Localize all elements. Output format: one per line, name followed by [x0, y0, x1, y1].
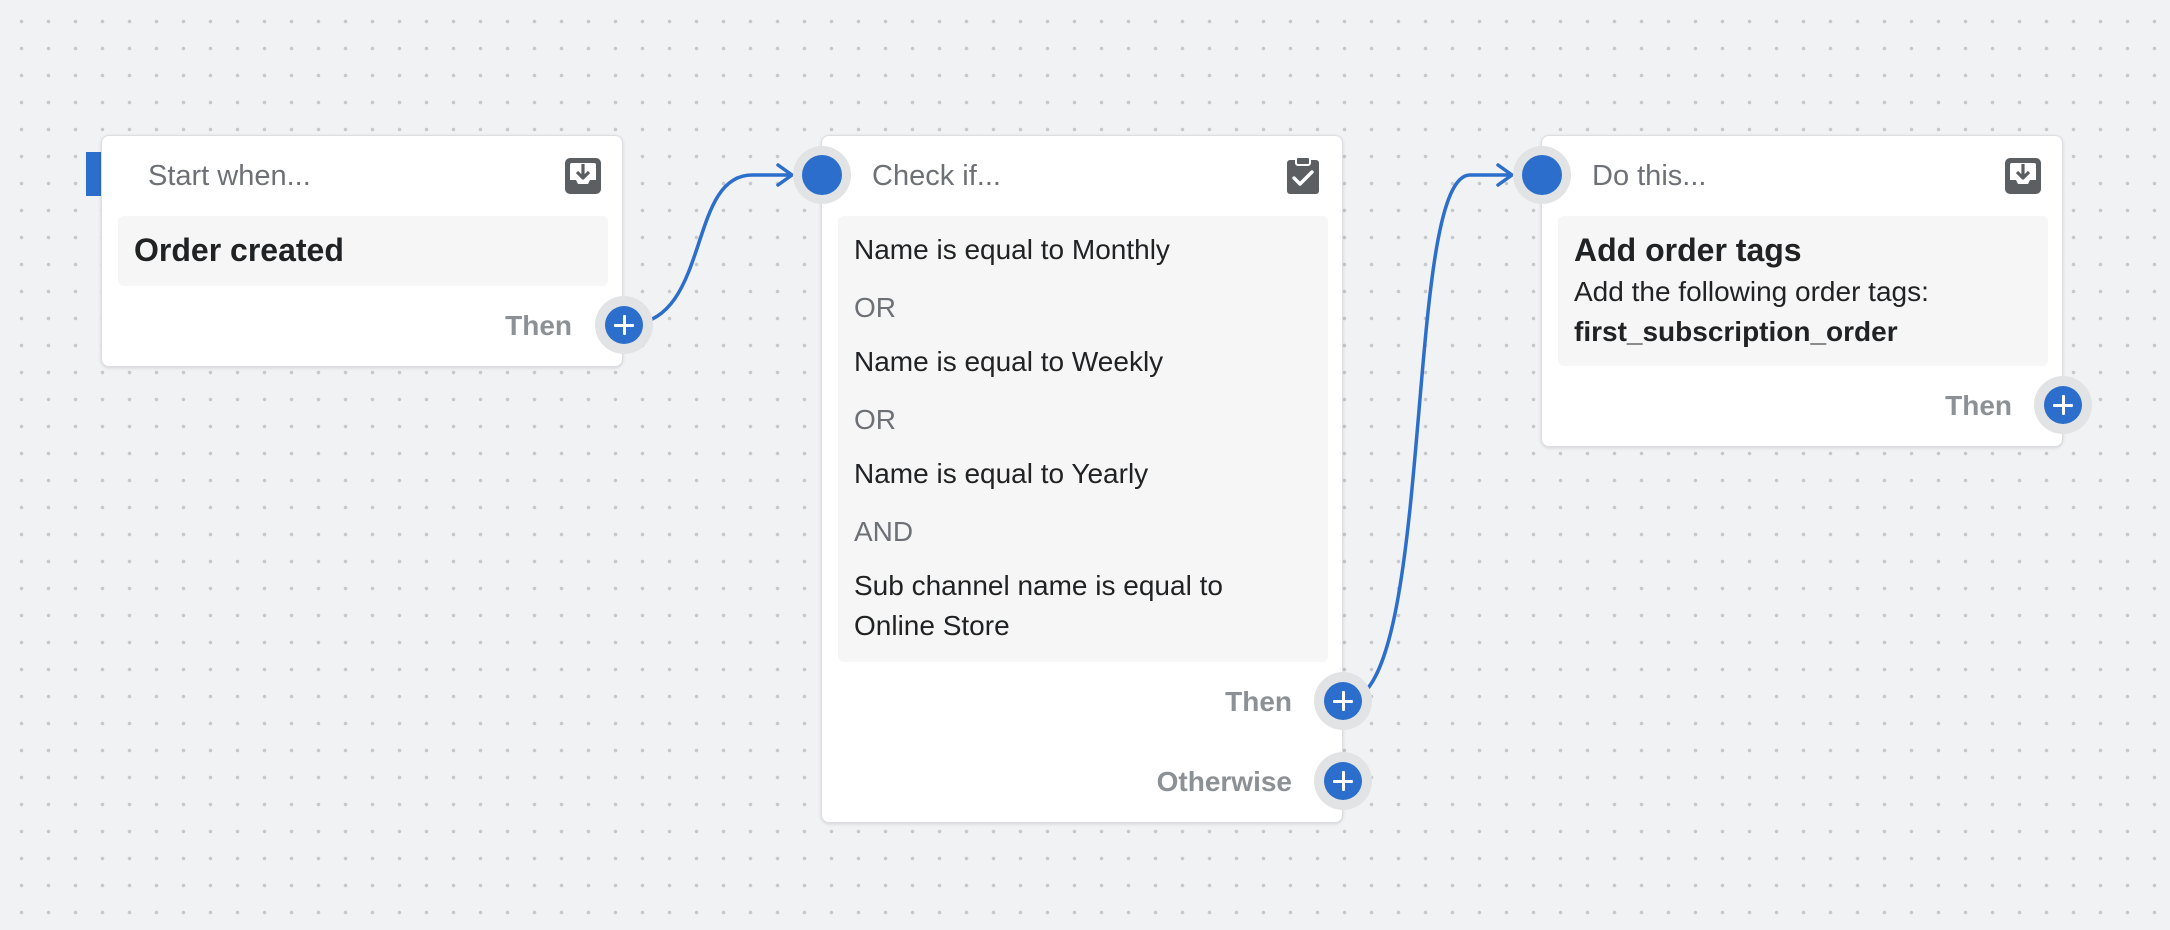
- condition-header-label: Check if...: [872, 160, 1001, 192]
- download-tray-icon[interactable]: [2003, 156, 2043, 196]
- arrowhead-condition: [776, 163, 794, 187]
- plus-icon: [1324, 762, 1362, 800]
- action-content[interactable]: Add order tags Add the following order t…: [1558, 216, 2048, 366]
- condition-input-port[interactable]: [793, 146, 851, 204]
- otherwise-label: Otherwise: [1156, 766, 1292, 797]
- action-node[interactable]: Do this... Add order tags Add the follow…: [1541, 135, 2063, 447]
- condition-item: Sub channel name is equal to: [854, 570, 1223, 601]
- connector-condition-to-action: [1345, 173, 1510, 703]
- connector-trigger-to-condition: [625, 173, 790, 327]
- operator-label: OR: [854, 292, 896, 323]
- condition-then-add-button[interactable]: [1314, 672, 1372, 730]
- plus-icon: [605, 306, 643, 344]
- condition-otherwise-add-button[interactable]: [1314, 752, 1372, 810]
- operator-label: AND: [854, 516, 914, 547]
- tag-value: first_subscription_order: [1574, 316, 1898, 347]
- action-header-label: Do this...: [1592, 160, 1707, 192]
- plus-icon: [1324, 682, 1362, 720]
- condition-node[interactable]: Check if... Name is equal to Monthly OR …: [821, 135, 1343, 823]
- workflow-canvas[interactable]: Start when... Order created Then Check i…: [0, 0, 2170, 930]
- condition-list[interactable]: Name is equal to Monthly OR Name is equa…: [838, 216, 1328, 662]
- action-description: Add the following order tags:: [1574, 276, 1929, 307]
- then-label: Then: [505, 310, 572, 341]
- trigger-content[interactable]: Order created: [118, 216, 608, 286]
- trigger-header-label: Start when...: [148, 160, 311, 192]
- trigger-node[interactable]: Start when... Order created Then: [101, 135, 623, 367]
- plus-icon: [2044, 386, 2082, 424]
- trigger-title: Order created: [134, 232, 344, 268]
- trigger-then-add-button[interactable]: [595, 296, 653, 354]
- download-tray-icon[interactable]: [563, 156, 603, 196]
- action-input-port[interactable]: [1513, 146, 1571, 204]
- condition-item: Name is equal to Yearly: [854, 458, 1149, 489]
- condition-item: Name is equal to Monthly: [854, 234, 1170, 265]
- condition-item-continued: Online Store: [854, 610, 1010, 641]
- action-title: Add order tags: [1574, 232, 1802, 268]
- condition-item: Name is equal to Weekly: [854, 346, 1164, 377]
- clipboard-check-icon[interactable]: [1283, 156, 1323, 196]
- arrowhead-action: [1496, 163, 1514, 187]
- operator-label: OR: [854, 404, 896, 435]
- then-label: Then: [1945, 390, 2012, 421]
- then-label: Then: [1225, 686, 1292, 717]
- action-then-add-button[interactable]: [2034, 376, 2092, 434]
